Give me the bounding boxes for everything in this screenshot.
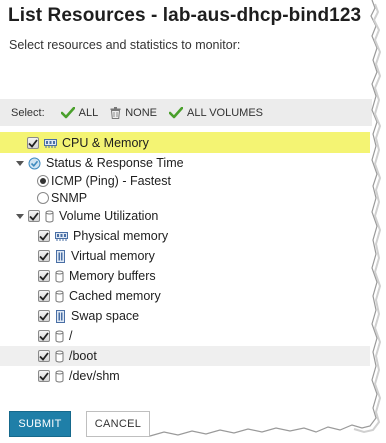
dev-shm-volume-label: /dev/shm xyxy=(69,369,120,383)
memory-chip-icon xyxy=(44,138,57,148)
checkmark-icon xyxy=(39,231,49,241)
tree-item-boot-volume[interactable]: /boot xyxy=(38,346,97,366)
select-bar: Select: ALL NONE ALL VOLUMES xyxy=(0,99,372,126)
tree-item-dev-shm-volume[interactable]: /dev/shm xyxy=(38,366,120,386)
boot-volume-label: /boot xyxy=(69,349,97,363)
radio-snmp[interactable]: SNMP xyxy=(37,188,87,208)
memory-buffers-checkbox[interactable] xyxy=(38,270,50,282)
checkmark-icon xyxy=(39,271,49,281)
volume-icon xyxy=(55,350,64,363)
select-all-button[interactable]: ALL xyxy=(60,106,99,119)
check-icon xyxy=(60,106,75,118)
select-all-volumes-label: ALL VOLUMES xyxy=(187,106,264,119)
submit-button[interactable]: SUBMIT xyxy=(9,411,71,437)
tree-item-cpu-memory[interactable]: CPU & Memory xyxy=(27,133,149,153)
cpu-memory-label: CPU & Memory xyxy=(62,136,149,150)
dev-shm-volume-checkbox[interactable] xyxy=(38,370,50,382)
cached-memory-label: Cached memory xyxy=(69,289,161,303)
volume-icon xyxy=(55,330,64,343)
root-volume-label: / xyxy=(69,329,73,343)
tree-item-swap-space[interactable]: Swap space xyxy=(38,306,139,326)
volume-icon xyxy=(55,270,64,283)
tree-item-root-volume[interactable]: / xyxy=(38,326,72,346)
icmp-label: ICMP (Ping) - Fastest xyxy=(51,174,171,188)
root-volume-checkbox[interactable] xyxy=(38,330,50,342)
virtual-memory-checkbox[interactable] xyxy=(38,250,50,262)
status-response-label: Status & Response Time xyxy=(46,156,184,170)
icmp-radio-button[interactable] xyxy=(37,175,49,187)
swap-space-label: Swap space xyxy=(71,309,140,323)
volume-utilization-checkbox[interactable] xyxy=(28,210,40,222)
virtual-memory-label: Virtual memory xyxy=(71,249,155,263)
expand-arrow-icon[interactable] xyxy=(16,213,24,219)
physical-memory-checkbox[interactable] xyxy=(38,230,50,242)
cached-memory-checkbox[interactable] xyxy=(38,290,50,302)
checkmark-icon xyxy=(29,211,39,221)
trash-icon xyxy=(110,106,121,119)
select-all-label: ALL xyxy=(78,106,99,119)
snmp-radio-button[interactable] xyxy=(37,192,49,204)
checkmark-icon xyxy=(39,371,49,381)
expand-arrow-icon[interactable] xyxy=(16,160,24,166)
checkmark-icon xyxy=(28,138,38,148)
swap-space-icon xyxy=(55,309,66,323)
cpu-memory-checkbox[interactable] xyxy=(27,137,39,149)
select-none-button[interactable]: NONE xyxy=(110,106,157,119)
check-icon xyxy=(169,106,183,118)
tree-item-memory-buffers[interactable]: Memory buffers xyxy=(38,266,156,286)
checkmark-icon xyxy=(39,351,49,361)
volume-utilization-label: Volume Utilization xyxy=(59,209,159,223)
checkmark-icon xyxy=(39,291,49,301)
tree-item-physical-memory[interactable]: Physical memory xyxy=(38,226,168,246)
physical-memory-label: Physical memory xyxy=(73,229,169,243)
checkmark-icon xyxy=(39,311,49,321)
checkmark-icon xyxy=(39,331,49,341)
volume-icon xyxy=(45,210,54,223)
checkmark-icon xyxy=(39,251,49,261)
select-label: Select: xyxy=(11,106,45,119)
tree-item-virtual-memory[interactable]: Virtual memory xyxy=(38,246,155,266)
memory-buffers-label: Memory buffers xyxy=(69,269,156,283)
volume-icon xyxy=(55,370,64,383)
select-none-label: NONE xyxy=(125,106,157,119)
tree-item-volume-utilization[interactable]: Volume Utilization xyxy=(16,206,158,226)
tree-item-status-response[interactable]: Status & Response Time xyxy=(16,153,184,173)
virtual-memory-icon xyxy=(55,249,66,263)
tree-item-cached-memory[interactable]: Cached memory xyxy=(38,286,161,306)
snmp-label: SNMP xyxy=(51,191,88,205)
list-resources-dialog: List Resources - lab-aus-dhcp-bind123 Se… xyxy=(0,0,386,443)
volume-icon xyxy=(55,290,64,303)
select-all-volumes-button[interactable]: ALL VOLUMES xyxy=(169,106,264,119)
boot-volume-checkbox[interactable] xyxy=(38,350,50,362)
page-title: List Resources - lab-aus-dhcp-bind123 xyxy=(8,5,362,26)
cancel-button[interactable]: CANCEL xyxy=(86,411,150,437)
memory-chip-icon xyxy=(55,231,68,241)
swap-space-checkbox[interactable] xyxy=(38,310,50,322)
page-subtitle: Select resources and statistics to monit… xyxy=(9,38,241,52)
status-response-icon xyxy=(28,157,41,170)
